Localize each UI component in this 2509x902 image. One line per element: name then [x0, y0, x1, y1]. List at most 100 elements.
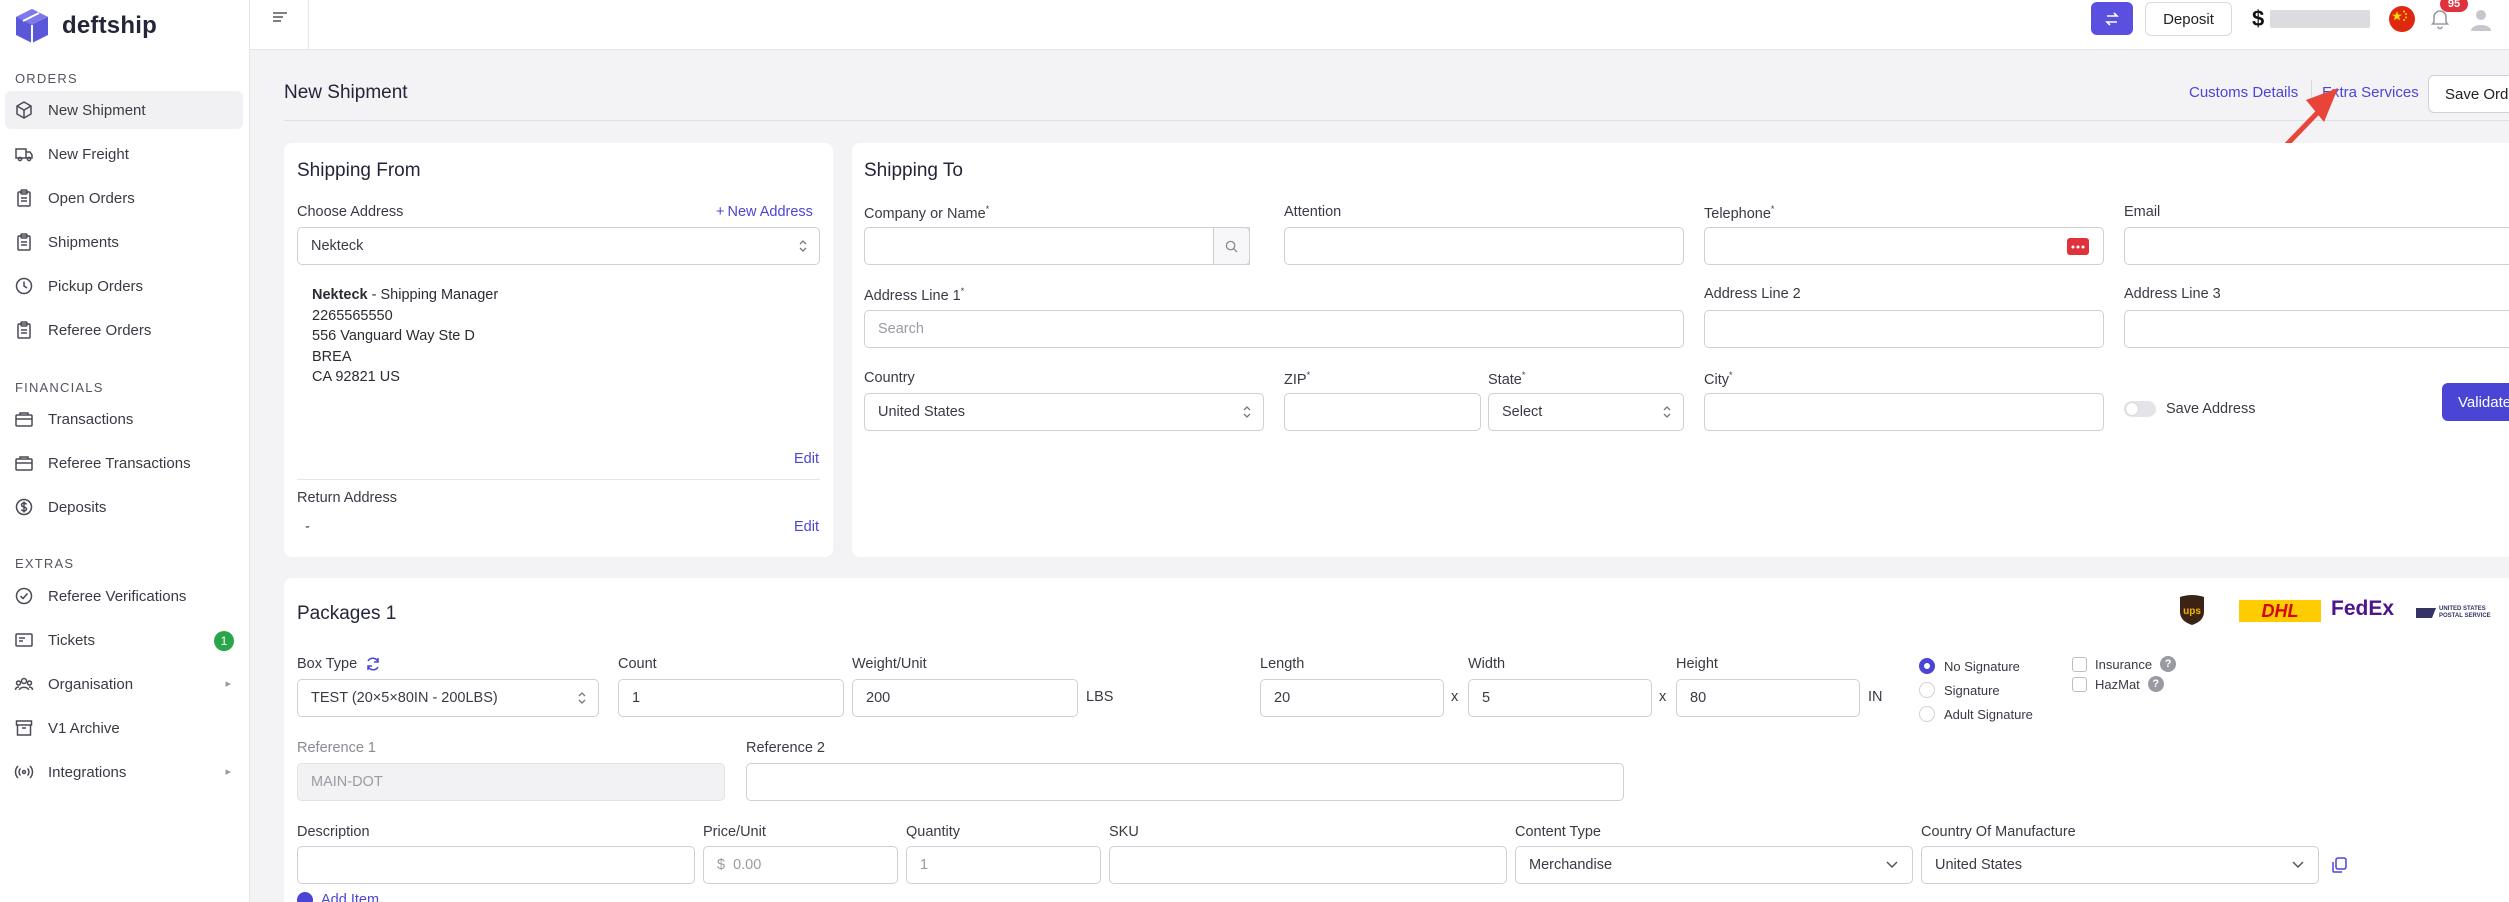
weight-input[interactable]: 200: [852, 679, 1078, 717]
sidebar-item-label: Open Orders: [48, 189, 135, 207]
choose-address-select[interactable]: Nekteck: [297, 227, 820, 265]
times-sign: x: [1659, 689, 1667, 705]
select-updown-icon: [1243, 406, 1251, 418]
check-circle-icon: [15, 587, 33, 605]
topbar-divider: [308, 0, 309, 50]
reference2-input[interactable]: [746, 763, 1624, 801]
sidebar-item-referee-orders[interactable]: Referee Orders: [5, 311, 243, 349]
return-address-label: Return Address: [297, 490, 397, 506]
address-line1-input[interactable]: Search: [864, 310, 1684, 348]
sidebar-item-label: Transactions: [48, 410, 134, 428]
country-select[interactable]: United States: [864, 393, 1264, 431]
sidebar-item-open-orders[interactable]: Open Orders: [5, 179, 243, 217]
dimension-unit: IN: [1868, 689, 1883, 705]
copy-icon[interactable]: [2330, 856, 2348, 874]
attention-input[interactable]: [1284, 227, 1684, 265]
save-order-button[interactable]: Save Order: [2428, 75, 2509, 113]
sidebar-item-new-freight[interactable]: New Freight: [5, 135, 243, 173]
usps-eagle-icon: [2416, 608, 2436, 618]
city-label: City*: [1704, 370, 1733, 388]
edit-return-address-link[interactable]: Edit: [794, 519, 819, 535]
quantity-input[interactable]: 1: [906, 846, 1101, 884]
address-line2-label: Address Line 2: [1704, 286, 1801, 302]
shipping-to-card: Shipping To Company or Name* Attention T…: [852, 143, 2509, 557]
app-name: deftship: [62, 12, 157, 39]
box-type-label: Box Type: [297, 656, 358, 672]
sidebar-item-v1-archive[interactable]: V1 Archive: [5, 709, 243, 747]
email-input[interactable]: [2124, 227, 2509, 265]
refresh-icon[interactable]: [365, 656, 381, 672]
sidebar-item-transactions[interactable]: Transactions: [5, 400, 243, 438]
top-bar: Deposit $ 95: [250, 0, 2509, 50]
toggle-switch[interactable]: [2124, 401, 2156, 417]
state-select[interactable]: Select: [1488, 393, 1684, 431]
sidebar-item-integrations[interactable]: Integrations ▸: [5, 753, 243, 791]
hazmat-checkbox[interactable]: HazMat?: [2072, 676, 2164, 692]
height-input[interactable]: 80: [1676, 679, 1860, 717]
company-label: Company or Name*: [864, 204, 990, 222]
box-type-label-group: Box Type: [297, 656, 381, 672]
packages-card: Packages 1 ups DHL FedEx UNITED STATES P…: [284, 578, 2509, 902]
sidebar-item-referee-transactions[interactable]: Referee Transactions: [5, 444, 243, 482]
price-input[interactable]: $ 0.00: [703, 846, 898, 884]
count-input[interactable]: 1: [618, 679, 844, 717]
price-placeholder: 0.00: [733, 857, 762, 873]
box-type-select[interactable]: TEST (20×5×80IN - 200LBS): [297, 679, 599, 717]
validate-button[interactable]: Validate: [2442, 383, 2509, 421]
app-logo[interactable]: deftship: [12, 6, 157, 46]
city-input[interactable]: [1704, 393, 2104, 431]
signature-radio[interactable]: Signature: [1919, 682, 2000, 698]
new-address-link[interactable]: + New Address: [716, 204, 813, 220]
address-line2-input[interactable]: [1704, 310, 2104, 348]
swap-button[interactable]: [2091, 2, 2133, 35]
sidebar-item-shipments[interactable]: Shipments: [5, 223, 243, 261]
phone-options-icon[interactable]: [2067, 238, 2089, 255]
user-avatar-icon[interactable]: [2468, 6, 2494, 32]
sidebar-item-label: Tickets: [48, 631, 95, 649]
sidebar-item-new-shipment[interactable]: New Shipment: [5, 91, 243, 129]
help-icon[interactable]: ?: [2147, 676, 2164, 692]
sidebar-item-organisation[interactable]: Organisation ▸: [5, 665, 243, 703]
telephone-input[interactable]: [1704, 227, 2104, 265]
adult-signature-radio[interactable]: Adult Signature: [1919, 706, 2033, 722]
width-label: Width: [1468, 656, 1506, 672]
china-flag-icon[interactable]: [2389, 6, 2415, 32]
description-input[interactable]: [297, 846, 695, 884]
balance-hidden-value: [2270, 10, 2371, 28]
clipboard-icon: [17, 233, 31, 251]
search-icon: [1225, 240, 1238, 253]
address-region: CA 92821 US: [312, 369, 400, 385]
usps-logo: UNITED STATES POSTAL SERVICE: [2416, 602, 2502, 624]
content-type-select[interactable]: Merchandise: [1515, 846, 1913, 884]
add-item-button[interactable]: Add Item: [297, 892, 379, 902]
sidebar-item-label: Integrations: [48, 763, 127, 781]
length-input[interactable]: 20: [1260, 679, 1444, 717]
save-address-label: Save Address: [2166, 401, 2256, 417]
company-name-input[interactable]: [864, 227, 1250, 265]
menu-toggle-icon[interactable]: [270, 8, 290, 28]
state-value: Select: [1502, 404, 1543, 420]
width-input[interactable]: 5: [1468, 679, 1652, 717]
manufacture-select[interactable]: United States: [1921, 846, 2319, 884]
zip-label: ZIP*: [1284, 370, 1311, 388]
deftship-logo-icon: [16, 9, 48, 43]
description-label: Description: [297, 824, 370, 840]
edit-address-link[interactable]: Edit: [794, 451, 819, 467]
ups-logo-icon: ups: [2178, 594, 2206, 626]
company-search-button[interactable]: [1213, 227, 1250, 265]
sidebar-item-deposits[interactable]: Deposits: [5, 488, 243, 526]
save-address-toggle[interactable]: Save Address: [2124, 401, 2255, 417]
clipboard-icon: [17, 189, 31, 207]
zip-input[interactable]: [1284, 393, 1481, 431]
no-signature-radio[interactable]: No Signature: [1919, 658, 2020, 674]
help-icon[interactable]: ?: [2160, 656, 2177, 672]
length-label: Length: [1260, 656, 1305, 672]
insurance-checkbox[interactable]: Insurance?: [2072, 656, 2177, 672]
sidebar-item-tickets[interactable]: Tickets 1: [5, 621, 243, 659]
sidebar-item-label: New Shipment: [48, 101, 146, 119]
sku-input[interactable]: [1109, 846, 1507, 884]
sidebar-item-pickup-orders[interactable]: Pickup Orders: [5, 267, 243, 305]
deposit-button[interactable]: Deposit: [2145, 2, 2232, 36]
sidebar-item-referee-verifications[interactable]: Referee Verifications: [5, 577, 243, 615]
address-line3-input[interactable]: [2124, 310, 2509, 348]
